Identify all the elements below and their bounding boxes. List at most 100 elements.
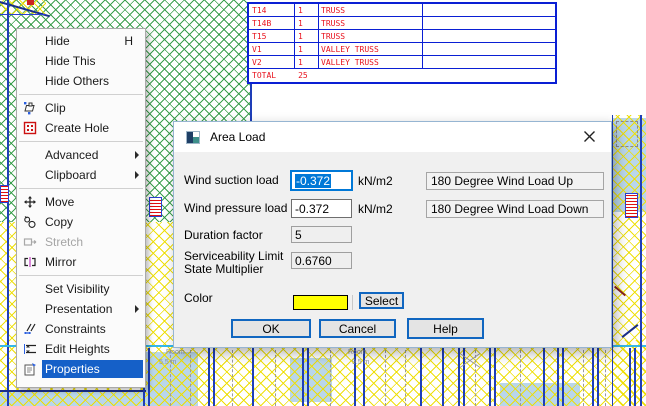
truss-desc-cell: TRUSS (319, 30, 423, 42)
truss-schedule-table: T14 1 TRUSS T14B 1 TRUSS T15 1 TRUSS V1 … (247, 2, 557, 84)
wind-pressure-label: Wind pressure load (184, 202, 290, 215)
menu-item-clip[interactable]: Clip (17, 98, 145, 118)
total-qty: 25 (276, 70, 308, 81)
menu-separator (19, 275, 143, 276)
cad-line (307, 348, 309, 406)
truss-mark-cell: T14 (249, 4, 295, 16)
menu-icon-slot (17, 300, 42, 318)
truss-qty-cell: 1 (295, 4, 319, 16)
truss-mark-cell: V2 (249, 56, 295, 68)
menu-item-set-visibility[interactable]: Set Visibility (17, 279, 145, 299)
cad-line (0, 390, 146, 392)
serviceability-value: 0.6760 (295, 254, 332, 268)
duration-factor-value: 5 (295, 228, 302, 242)
menu-item-hide-others[interactable]: Hide Others (17, 71, 145, 91)
cad-dashed-line (385, 350, 386, 406)
cad-line (302, 348, 304, 406)
room-label: Room (348, 349, 367, 356)
menu-item-properties[interactable]: Properties (17, 359, 145, 379)
cad-line (494, 348, 496, 406)
color-swatch[interactable] (293, 295, 348, 310)
cad-line (213, 348, 215, 406)
menu-item-move[interactable]: Move (17, 192, 145, 212)
cancel-button[interactable]: Cancel (319, 319, 396, 338)
menu-item-label: Constraints (45, 322, 106, 336)
menu-icon-slot (17, 32, 42, 50)
cad-line (592, 348, 594, 406)
edit-heights-icon (17, 340, 42, 358)
close-icon[interactable] (571, 122, 607, 151)
cad-line (634, 348, 636, 406)
move-icon (17, 193, 42, 211)
cad-line (148, 348, 150, 406)
cad-dashed-line (405, 350, 406, 406)
menu-item-edit-heights[interactable]: Edit Heights (17, 339, 145, 359)
menu-item-hide[interactable]: HideH (17, 31, 145, 51)
context-menu: HideH Hide This Hide Others Clip Create … (16, 28, 146, 388)
menu-icon-slot (17, 280, 42, 298)
menu-item-constraints[interactable]: Constraints (17, 319, 145, 339)
wind-suction-label: Wind suction load (184, 174, 290, 187)
cad-red-marker (149, 197, 162, 217)
help-button[interactable]: Help (407, 318, 484, 339)
table-row: T14 1 TRUSS (249, 4, 555, 17)
constraints-icon (17, 320, 42, 338)
truss-qty-cell: 1 (295, 56, 319, 68)
menu-separator (19, 94, 143, 95)
cad-line (612, 115, 613, 406)
submenu-arrow-icon (135, 151, 139, 159)
cad-dashed-line (330, 350, 331, 406)
table-row: T15 1 TRUSS (249, 30, 555, 43)
dialog-titlebar[interactable]: Area Load (174, 122, 611, 152)
room-dimension-label: 9.5 m (352, 359, 370, 366)
menu-item-label: Hide Others (45, 74, 109, 88)
menu-item-advanced[interactable]: Advanced (17, 145, 145, 165)
cad-line (420, 348, 422, 406)
menu-item-mirror[interactable]: Mirror (17, 252, 145, 272)
truss-empty-cell (423, 17, 555, 29)
truss-qty-cell: 1 (295, 17, 319, 29)
menu-icon-slot (17, 166, 42, 184)
wind-pressure-input[interactable]: -0.372 (291, 199, 352, 218)
cad-dashed-line (520, 350, 521, 406)
truss-empty-cell (423, 4, 555, 16)
cad-line (640, 115, 642, 406)
select-button[interactable]: Select (359, 292, 404, 309)
menu-icon-slot (17, 146, 42, 164)
wind-pressure-unit: kN/m2 (358, 202, 393, 216)
ok-button[interactable]: OK (231, 319, 311, 338)
menu-separator (19, 188, 143, 189)
menu-item-label: Hide (45, 34, 70, 48)
menu-item-label: Set Visibility (45, 282, 109, 296)
menu-item-presentation[interactable]: Presentation (17, 299, 145, 319)
menu-item-label: Stretch (45, 235, 83, 249)
menu-item-label: Edit Heights (45, 342, 110, 356)
menu-item-copy[interactable]: Copy (17, 212, 145, 232)
truss-empty-cell (423, 30, 555, 42)
stretch-icon (17, 233, 42, 251)
menu-item-hide-this[interactable]: Hide This (17, 51, 145, 71)
wind-pressure-value: -0.372 (295, 202, 329, 216)
menu-item-label: Presentation (45, 302, 112, 316)
submenu-arrow-icon (135, 305, 139, 313)
cad-line (250, 78, 252, 122)
menu-item-clipboard[interactable]: Clipboard (17, 165, 145, 185)
menu-item-create-hole[interactable]: Create Hole (17, 118, 145, 138)
cad-marker (27, 0, 34, 5)
wind-suction-input[interactable]: -0.372 (291, 171, 352, 190)
select-button-label: Select (365, 294, 398, 308)
cad-red-marker (625, 193, 638, 218)
cad-line (557, 348, 559, 406)
table-row: T14B 1 TRUSS (249, 17, 555, 30)
cad-dashed-line (232, 350, 233, 406)
table-row: V2 1 VALLEY TRUSS (249, 56, 555, 69)
cad-dashed-line (475, 350, 476, 406)
menu-item-label: Properties (45, 362, 100, 376)
cad-line (543, 348, 545, 406)
wind-suction-value: -0.372 (295, 174, 331, 188)
room-label: Room (166, 349, 185, 356)
submenu-arrow-icon (135, 171, 139, 179)
menu-item-stretch: Stretch (17, 232, 145, 252)
divider (352, 295, 353, 310)
truss-desc-cell: VALLEY TRUSS (319, 56, 423, 68)
